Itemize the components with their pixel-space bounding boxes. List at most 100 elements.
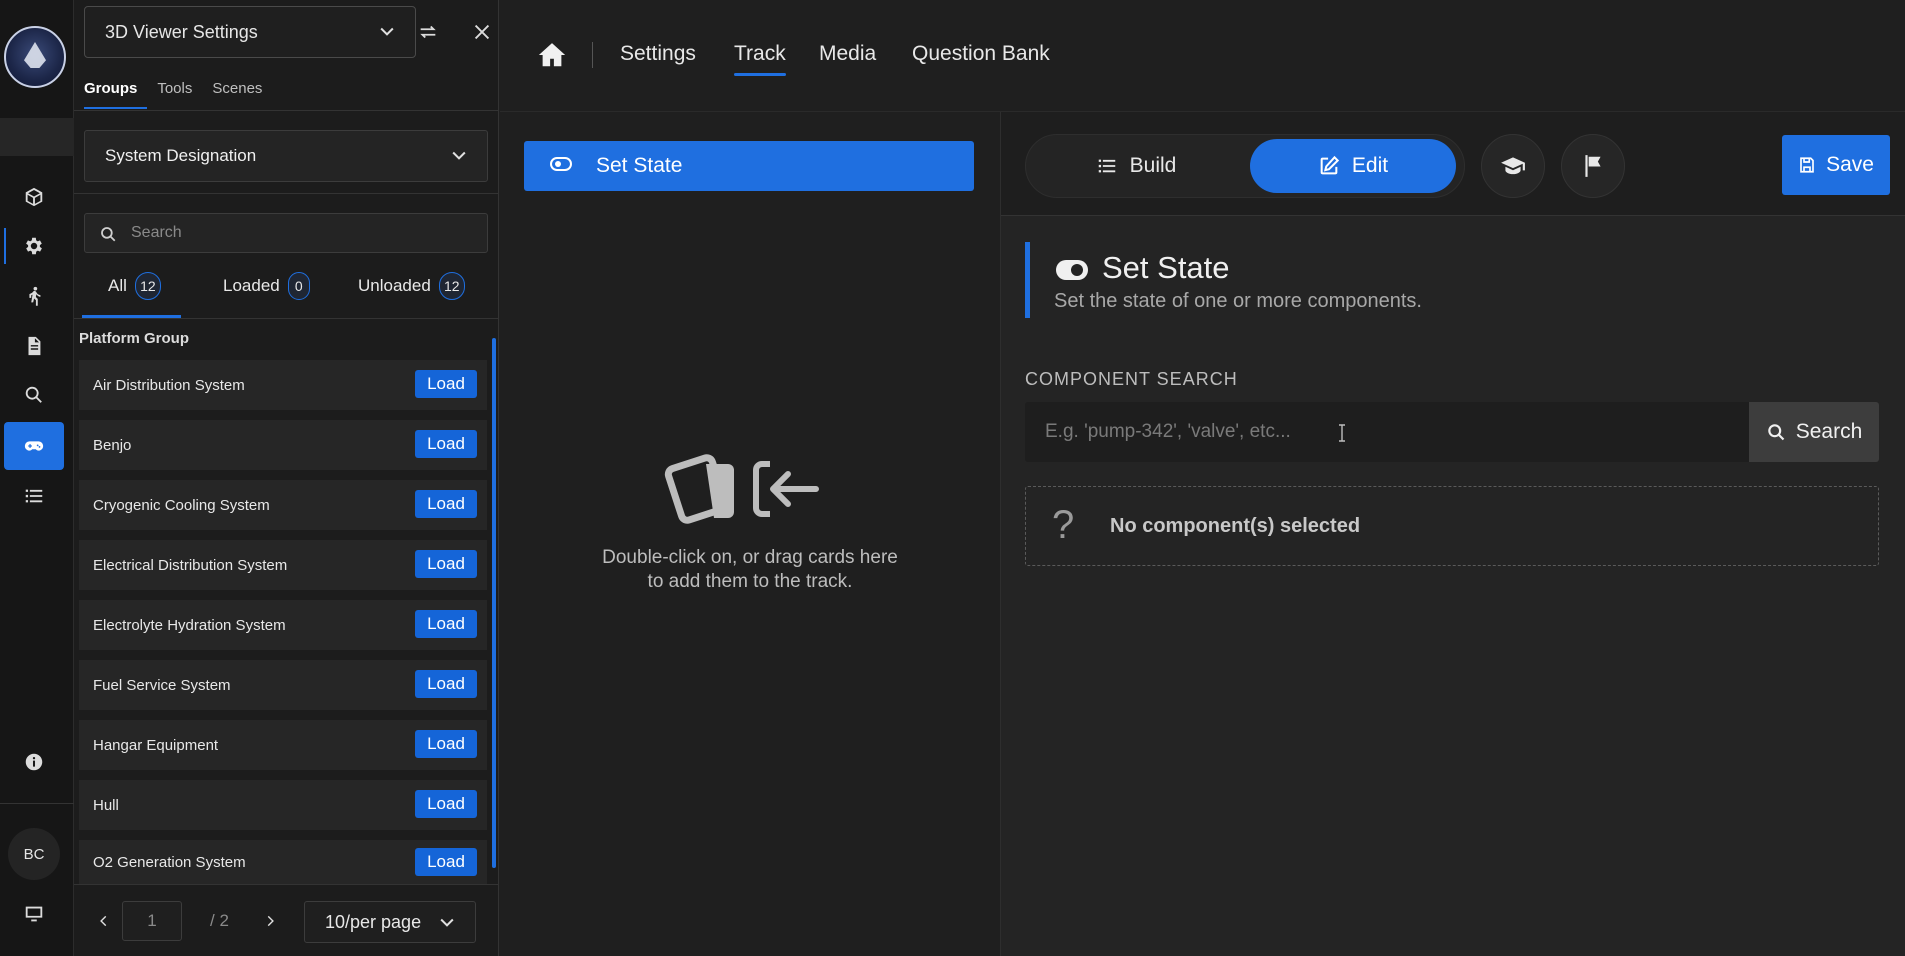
step-header: Set State Set the state of one or more c… xyxy=(1025,242,1885,318)
search-icon xyxy=(1767,424,1784,441)
step-title: Set State xyxy=(1102,250,1230,285)
filter-unloaded-label: Unloaded xyxy=(358,276,431,295)
per-page-label: 10/per page xyxy=(325,911,422,932)
list-item-label: O2 Generation System xyxy=(93,853,246,871)
filter-loaded[interactable]: Loaded 0 xyxy=(223,272,310,318)
chevron-down-icon xyxy=(437,912,457,937)
viewer-settings-dropdown[interactable]: 3D Viewer Settings xyxy=(84,6,416,58)
list-icon xyxy=(25,489,43,503)
tab-tools[interactable]: Tools xyxy=(157,78,202,109)
group-search[interactable] xyxy=(84,213,488,253)
panel-tabs: Groups Tools Scenes xyxy=(84,78,282,109)
tab-groups[interactable]: Groups xyxy=(84,78,148,109)
rail-item-documents[interactable] xyxy=(4,322,64,370)
home-button[interactable] xyxy=(536,40,568,70)
list-item-label: Hangar Equipment xyxy=(93,736,219,754)
learning-objective-button[interactable] xyxy=(1481,134,1545,198)
track-column: Set State Double-click on, or drag cards… xyxy=(500,112,1000,956)
rail-item-walkthrough[interactable] xyxy=(4,272,64,320)
save-label: Save xyxy=(1826,153,1874,176)
graduation-cap-icon xyxy=(1501,157,1525,175)
prev-page-button[interactable] xyxy=(90,907,118,935)
rail-item-display[interactable] xyxy=(4,890,64,938)
load-button[interactable]: Load xyxy=(415,610,477,638)
document-icon xyxy=(28,336,41,356)
filter-divider xyxy=(74,318,499,319)
filter-all[interactable]: All 12 xyxy=(82,272,181,318)
load-button[interactable]: Load xyxy=(415,670,477,698)
step-editor: Build Edit Save Set State Set the state … xyxy=(1000,112,1905,956)
list-item: Cryogenic Cooling System Load xyxy=(79,480,487,530)
group-heading: Platform Group xyxy=(79,330,190,347)
list-item: Hull Load xyxy=(79,780,487,830)
monitor-icon xyxy=(25,906,43,922)
rail-item-list[interactable] xyxy=(4,472,64,520)
component-search-input[interactable] xyxy=(1025,402,1749,462)
group-search-input[interactable] xyxy=(131,224,487,242)
group-list: Air Distribution System Load Benjo Load Cr… xyxy=(79,360,487,884)
gear-icon xyxy=(26,237,42,255)
nav-settings[interactable]: Settings xyxy=(620,42,696,74)
flag-button[interactable] xyxy=(1561,134,1625,198)
edit-mode-button[interactable]: Edit xyxy=(1250,139,1456,193)
mode-switch: Build Edit xyxy=(1025,134,1465,198)
list-item-label: Electrical Distribution System xyxy=(93,556,288,574)
filter-all-label: All xyxy=(108,276,127,295)
panel-tabs-divider xyxy=(74,110,499,111)
filter-loaded-count: 0 xyxy=(287,272,310,300)
list-item-label: Cryogenic Cooling System xyxy=(93,496,270,514)
list-item-label: Electrolyte Hydration System xyxy=(93,616,286,634)
load-button[interactable]: Load xyxy=(415,790,477,818)
build-mode-button[interactable]: Build xyxy=(1030,139,1242,193)
rail-item-info[interactable] xyxy=(4,738,64,786)
rail-item-cube[interactable] xyxy=(4,173,64,221)
toggle-icon xyxy=(1056,260,1088,280)
load-button[interactable]: Load xyxy=(415,370,477,398)
load-button[interactable]: Load xyxy=(415,550,477,578)
save-button[interactable]: Save xyxy=(1782,135,1890,195)
viewer-settings-panel: 3D Viewer Settings Groups Tools Scenes S… xyxy=(74,0,499,956)
save-icon xyxy=(1800,157,1814,173)
page-number-input[interactable] xyxy=(122,901,182,941)
load-button[interactable]: Load xyxy=(415,848,477,876)
load-button[interactable]: Load xyxy=(415,730,477,758)
no-component-placeholder: ? No component(s) selected xyxy=(1025,486,1879,566)
list-item: O2 Generation System Load xyxy=(79,840,487,884)
list-item: Fuel Service System Load xyxy=(79,660,487,710)
list-item-label: Hull xyxy=(93,796,119,814)
next-page-button[interactable] xyxy=(256,907,284,935)
rail-item-search[interactable] xyxy=(4,371,64,419)
close-panel-button[interactable] xyxy=(462,12,502,52)
list-item-label: Air Distribution System xyxy=(93,376,245,394)
list-item: Air Distribution System Load xyxy=(79,360,487,410)
home-icon xyxy=(538,43,566,67)
refresh-button[interactable] xyxy=(408,12,448,52)
avatar[interactable]: BC xyxy=(8,828,60,880)
pagination: / 2 10/per page xyxy=(74,884,499,956)
viewer-settings-label: 3D Viewer Settings xyxy=(105,21,258,42)
info-icon xyxy=(25,753,43,771)
system-designation-select[interactable]: System Designation xyxy=(84,130,488,182)
track-card-set-state[interactable]: Set State xyxy=(524,141,974,191)
walking-icon xyxy=(29,286,41,306)
nav-track[interactable]: Track xyxy=(734,42,786,76)
group-list-scrollbar[interactable] xyxy=(492,338,496,868)
nav-question-bank[interactable]: Question Bank xyxy=(912,42,1050,74)
chevron-left-icon xyxy=(100,915,107,927)
flag-icon xyxy=(1585,155,1601,177)
chevron-down-icon xyxy=(377,21,397,46)
nav-media[interactable]: Media xyxy=(819,42,876,74)
per-page-select[interactable]: 10/per page xyxy=(304,901,476,943)
load-button[interactable]: Load xyxy=(415,430,477,458)
component-search-label: COMPONENT SEARCH xyxy=(1025,369,1238,389)
list-icon xyxy=(1098,159,1115,173)
rail-item-gamepad[interactable] xyxy=(4,422,64,470)
rail-band xyxy=(0,118,74,156)
drag-cards-icon xyxy=(664,454,819,524)
load-button[interactable]: Load xyxy=(415,490,477,518)
component-search-button[interactable]: Search xyxy=(1749,402,1879,462)
toggle-icon xyxy=(550,157,572,171)
rail-item-settings[interactable] xyxy=(4,222,64,270)
tab-scenes[interactable]: Scenes xyxy=(212,78,272,109)
filter-unloaded[interactable]: Unloaded 12 xyxy=(358,272,465,318)
